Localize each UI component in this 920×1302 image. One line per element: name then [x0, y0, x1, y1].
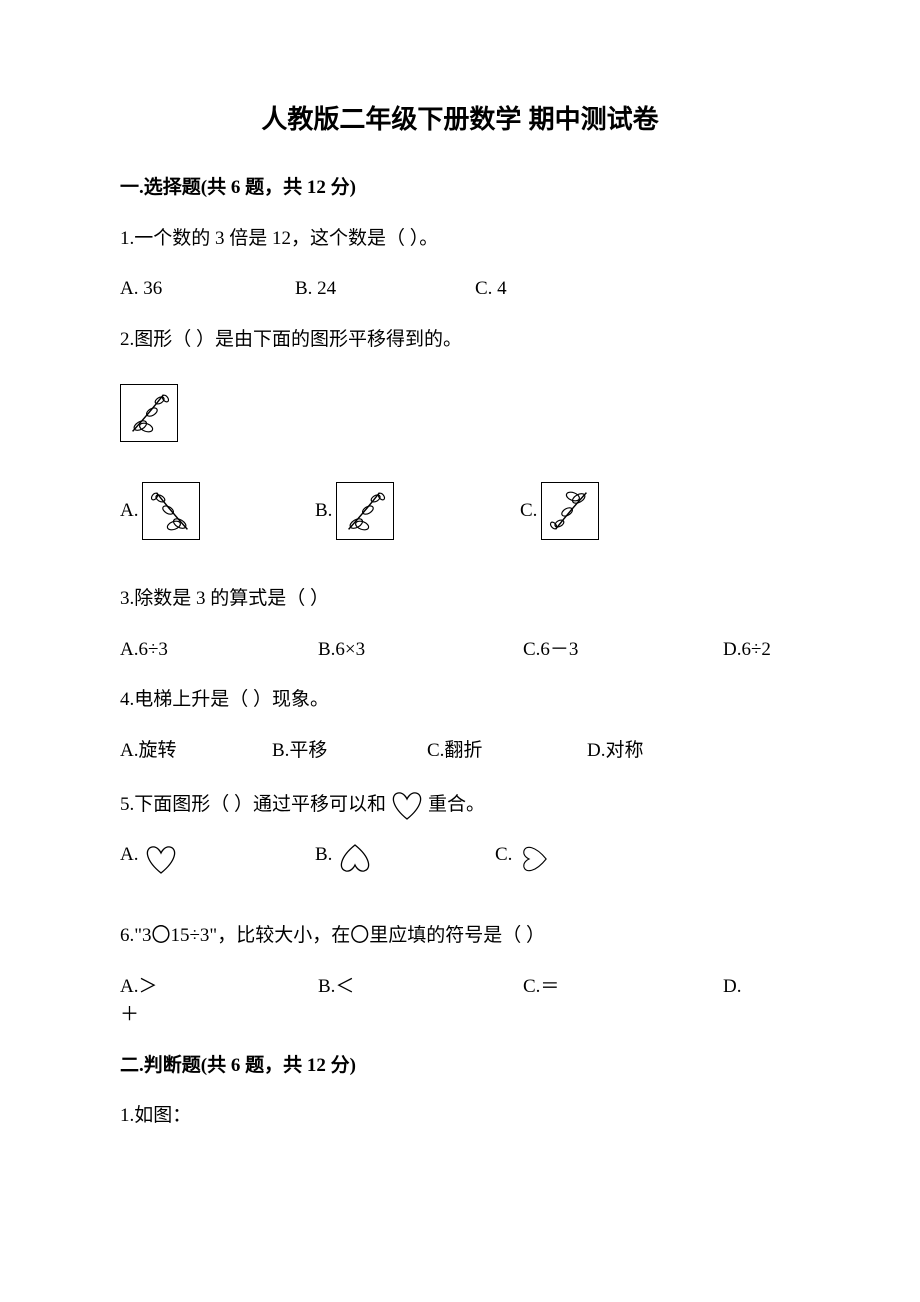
q2-opt-b: B.	[315, 482, 520, 540]
q2-opt-b-label: B.	[315, 497, 332, 526]
heart-icon-inverted	[334, 841, 376, 877]
q5-opt-a-label: A.	[120, 841, 138, 870]
q3-opt-a: A.6÷3	[120, 636, 318, 665]
q5-opt-b: B.	[315, 841, 495, 877]
q6-opt-b: B.＜	[318, 973, 523, 1002]
q1-opt-a: A. 36	[120, 275, 295, 304]
q5-opt-c-label: C.	[495, 841, 512, 870]
leaf-icon	[336, 482, 394, 540]
heart-icon-rotated	[514, 841, 556, 877]
question-4: 4.电梯上升是（ ）现象。 A.旋转 B.平移 C.翻折 D.对称	[120, 686, 800, 765]
q4-opt-d: D.对称	[587, 737, 643, 766]
q3-opt-b: B.6×3	[318, 636, 523, 665]
page-title: 人教版二年级下册数学 期中测试卷	[120, 100, 800, 139]
q2-opt-a-label: A.	[120, 497, 138, 526]
s2-q1-text: 1.如图：	[120, 1102, 800, 1131]
q2-text: 2.图形（ ）是由下面的图形平移得到的。	[120, 326, 800, 355]
q4-options: A.旋转 B.平移 C.翻折 D.对称	[120, 737, 800, 766]
question-6: 6."3〇15÷3"，比较大小，在〇里应填的符号是（ ） A.＞ B.＜ C.＝…	[120, 922, 800, 1030]
heart-icon	[140, 841, 182, 877]
q5-text-after: 重合。	[428, 791, 485, 820]
q1-text: 1.一个数的 3 倍是 12，这个数是（ ）。	[120, 225, 800, 254]
leaf-icon-mirrored	[142, 482, 200, 540]
q6-opt-c: C.＝	[523, 973, 723, 1002]
q5-opt-b-label: B.	[315, 841, 332, 870]
q5-opt-a: A.	[120, 841, 315, 877]
q1-opt-c: C. 4	[475, 275, 507, 304]
q3-text: 3.除数是 3 的算式是（ ）	[120, 585, 800, 614]
leaf-icon-rotated	[541, 482, 599, 540]
q3-opt-c: C.6－3	[523, 636, 723, 665]
q1-options: A. 36 B. 24 C. 4	[120, 275, 800, 304]
section-1-header: 一.选择题(共 6 题，共 12 分)	[120, 174, 800, 203]
q6-text: 6."3〇15÷3"，比较大小，在〇里应填的符号是（ ）	[120, 922, 800, 951]
q6-opt-d: D.	[723, 973, 741, 1002]
section-2-header: 二.判断题(共 6 题，共 12 分)	[120, 1052, 800, 1081]
question-3: 3.除数是 3 的算式是（ ） A.6÷3 B.6×3 C.6－3 D.6÷2	[120, 585, 800, 664]
q6-options: A.＞ B.＜ C.＝ D.	[120, 973, 800, 1002]
q2-options: A. B.	[120, 482, 800, 540]
q4-text: 4.电梯上升是（ ）现象。	[120, 686, 800, 715]
q6-opt-d-extra: ＋	[120, 1001, 800, 1030]
q1-opt-b: B. 24	[295, 275, 475, 304]
q2-opt-a: A.	[120, 482, 315, 540]
q5-opt-c: C.	[495, 841, 690, 877]
q6-opt-a: A.＞	[120, 973, 318, 1002]
q2-opt-c-label: C.	[520, 497, 537, 526]
question-1: 1.一个数的 3 倍是 12，这个数是（ ）。 A. 36 B. 24 C. 4	[120, 225, 800, 304]
q3-opt-d: D.6÷2	[723, 636, 771, 665]
q4-opt-c: C.翻折	[427, 737, 587, 766]
q2-opt-c: C.	[520, 482, 715, 540]
q4-opt-b: B.平移	[272, 737, 427, 766]
question-2: 2.图形（ ）是由下面的图形平移得到的。 A.	[120, 326, 800, 541]
q5-options: A. B. C.	[120, 841, 800, 877]
q5-text-row: 5.下面图形（ ）通过平移可以和 重合。	[120, 787, 800, 823]
q4-opt-a: A.旋转	[120, 737, 272, 766]
s2-question-1: 1.如图：	[120, 1102, 800, 1131]
question-5: 5.下面图形（ ）通过平移可以和 重合。 A. B.	[120, 787, 800, 877]
heart-icon	[386, 787, 428, 823]
q5-text-before: 5.下面图形（ ）通过平移可以和	[120, 791, 386, 820]
q3-options: A.6÷3 B.6×3 C.6－3 D.6÷2	[120, 636, 800, 665]
q2-source-figure	[120, 384, 800, 442]
leaf-icon	[120, 384, 178, 442]
